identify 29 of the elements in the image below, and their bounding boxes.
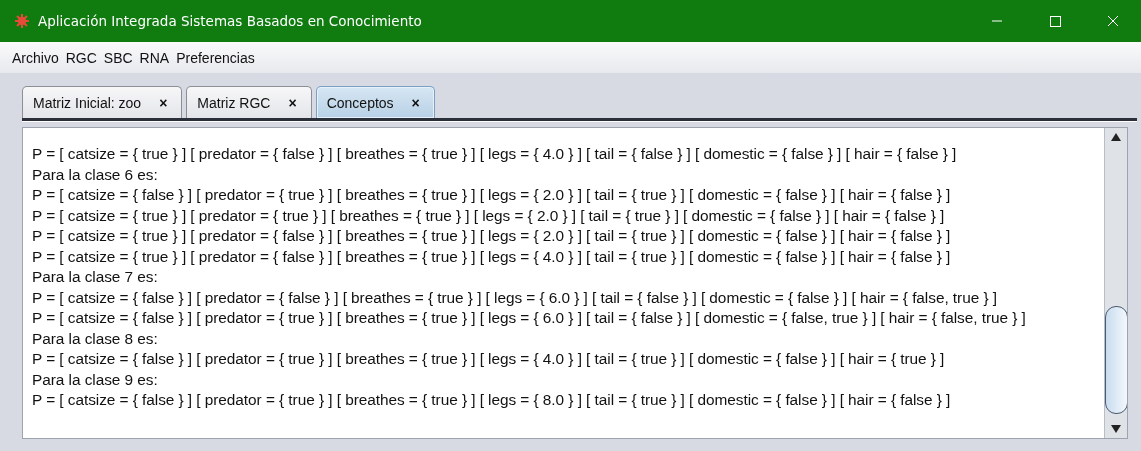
- menu-item[interactable]: SBC: [103, 49, 133, 66]
- tab[interactable]: Matriz Inicial: zoo ×: [22, 86, 183, 118]
- text-line: P = [ catsize = { true } ] [ predator = { false } ] [ breathes = { true } ] [ legs = { 2.0 } ] [ tail = { true } ] [ domestic = { false } ] [ hair = { false } ]: [32, 226, 952, 246]
- menu-item[interactable]: RGC: [65, 49, 97, 66]
- text-line: P = [ catsize = { true } ] [ predator = { false } ] [ breathes = { true } ] [ legs = { 4.0 } ] [ tail = { true } ] [ domestic = { false } ] [ hair = { false } ]: [32, 246, 952, 267]
- text-line: Para la clase 7 es:: [32, 267, 159, 287]
- tab[interactable]: Matriz RGC ×: [186, 86, 312, 118]
- text-line: Para la clase 6 es:: [32, 164, 159, 185]
- menu-item[interactable]: Preferencias: [176, 49, 255, 66]
- app-icon: [14, 13, 30, 29]
- close-icon[interactable]: ×: [288, 94, 297, 111]
- window-title: Aplicación Integrada Sistemas Basados en Conocimiento: [38, 13, 423, 29]
- close-icon[interactable]: ×: [159, 94, 168, 111]
- text-line: P = [ catsize = { true } ] [ predator = { false } ] [ breathes = { true } ] [ legs = { 4.0 } ] [ tail = { false } ] [ domestic = { false } ] [ hair = { false } ]: [32, 144, 958, 164]
- text-line: P = [ catsize = { false } ] [ predator = { true } ] [ breathes = { true } ] [ legs = { 8.0 } ] [ tail = { true } ] [ domestic = { false } ] [ hair = { false } ]: [32, 390, 952, 410]
- text-line: P = [ catsize = { false } ] [ predator = { true } ] [ breathes = { true } ] [ legs = { 6.0 } ] [ tail = { false } ] [ domestic = { false, true } ] [ hair = { false, true } ]: [32, 308, 1027, 328]
- text-line: Para la clase 8 es:: [32, 328, 159, 349]
- text-line: Para la clase 9 es:: [32, 369, 159, 390]
- text-line: P = [ catsize = { true } ] [ predator = { true } ] [ breathes = { true } ] [ legs = { 2.0 } ] [ tail = { true } ] [ domestic = { false } ] [ hair = { false } ]: [32, 205, 946, 226]
- text-line: P = [ catsize = { false } ] [ predator = { false } ] [ breathes = { true } ] [ legs = { 6.0 } ] [ tail = { false } ] [ domestic = { false } ] [ hair = { false, true } ]: [32, 287, 998, 308]
- menu-item[interactable]: RNA: [139, 49, 170, 66]
- scrollbar[interactable]: [1104, 128, 1127, 438]
- tab[interactable]: Conceptos ×: [315, 86, 435, 118]
- scroll-thumb[interactable]: [1105, 306, 1127, 414]
- close-icon[interactable]: ×: [411, 94, 420, 111]
- text-line: P = [ catsize = { false } ] [ predator = { true } ] [ breathes = { true } ] [ legs = { 4.0 } ] [ tail = { true } ] [ domestic = { false } ] [ hair = { true } ]: [32, 349, 946, 369]
- text-area[interactable]: [22, 127, 1128, 439]
- menu-item[interactable]: Archivo: [12, 49, 59, 66]
- text-line: P = [ catsize = { false } ] [ predator = { true } ] [ breathes = { true } ] [ legs = { 2.0 } ] [ tail = { true } ] [ domestic = { false } ] [ hair = { false } ]: [32, 185, 952, 205]
